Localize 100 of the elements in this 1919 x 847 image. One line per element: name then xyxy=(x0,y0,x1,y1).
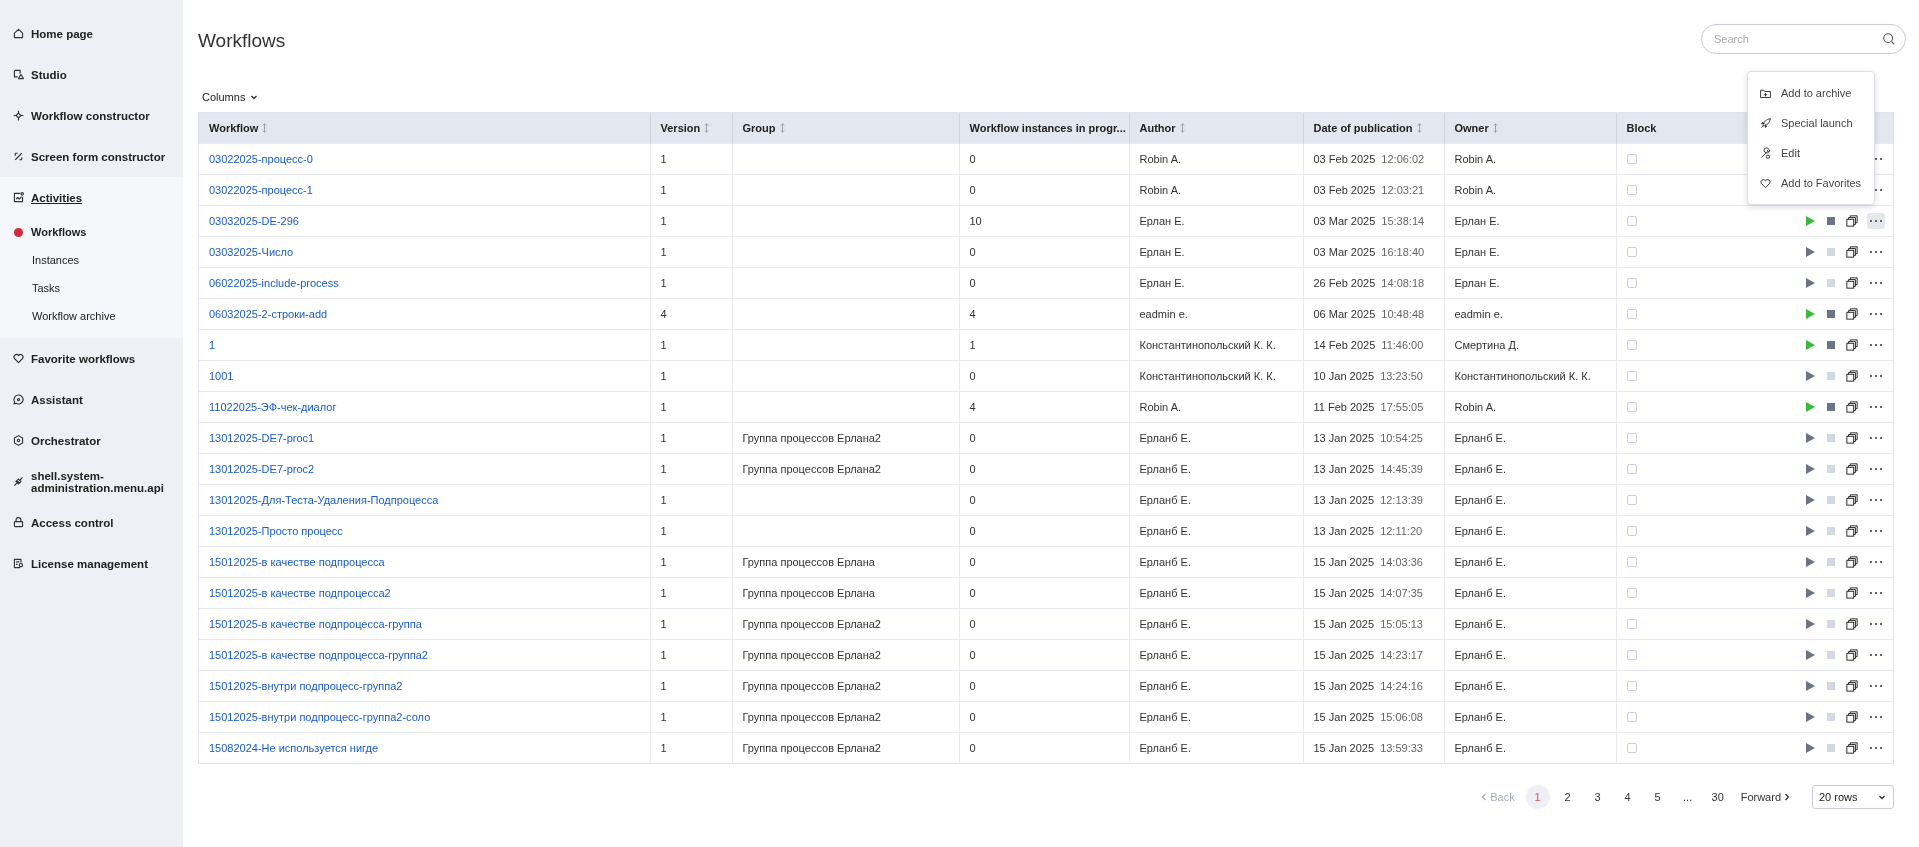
nav-item[interactable]: Access control xyxy=(0,502,183,543)
nav-item[interactable]: Home page xyxy=(0,13,183,54)
checkbox[interactable] xyxy=(1626,402,1637,412)
play-icon[interactable] xyxy=(1804,370,1816,382)
workflow-link[interactable]: 13012025-DE7-proc1 xyxy=(209,432,315,444)
nav-item[interactable]: Orchestrator xyxy=(0,420,183,461)
copy-icon[interactable] xyxy=(1846,277,1858,289)
search-field[interactable]: Search xyxy=(1701,24,1906,54)
page-button[interactable]: 2 xyxy=(1555,785,1580,809)
copy-icon[interactable] xyxy=(1846,680,1858,692)
workflow-link[interactable]: 11022025-ЭФ-чек-диалог xyxy=(209,401,337,413)
play-icon[interactable] xyxy=(1804,556,1816,568)
columns-button[interactable]: Columns xyxy=(198,89,264,105)
copy-icon[interactable] xyxy=(1846,494,1858,506)
column-header[interactable]: Group xyxy=(742,122,785,134)
nav-item[interactable]: Activities xyxy=(0,177,183,218)
nav-item[interactable]: Screen form constructor xyxy=(0,136,183,177)
checkbox[interactable] xyxy=(1626,464,1637,474)
copy-icon[interactable] xyxy=(1846,587,1858,599)
checkbox[interactable] xyxy=(1626,340,1637,350)
page-button[interactable]: 30 xyxy=(1705,785,1730,809)
workflow-link[interactable]: 03032025-DE-296 xyxy=(209,215,299,227)
workflow-link[interactable]: 1001 xyxy=(209,370,234,382)
checkbox[interactable] xyxy=(1626,588,1637,598)
checkbox[interactable] xyxy=(1626,681,1637,691)
checkbox[interactable] xyxy=(1626,278,1637,288)
rows-per-page-select[interactable]: 20 rows xyxy=(1812,785,1894,809)
copy-icon[interactable] xyxy=(1846,711,1858,723)
menu-item[interactable]: Special launch xyxy=(1748,108,1874,138)
page-button[interactable]: 3 xyxy=(1585,785,1610,809)
stop-icon[interactable] xyxy=(1825,215,1837,227)
play-icon[interactable] xyxy=(1804,432,1816,444)
nav-item[interactable]: License management xyxy=(0,543,183,584)
play-icon[interactable] xyxy=(1804,587,1816,599)
checkbox[interactable] xyxy=(1626,309,1637,319)
stop-icon[interactable] xyxy=(1825,308,1837,320)
play-icon[interactable] xyxy=(1804,401,1816,413)
play-icon[interactable] xyxy=(1804,711,1816,723)
play-icon[interactable] xyxy=(1804,525,1816,537)
copy-icon[interactable] xyxy=(1846,246,1858,258)
checkbox[interactable] xyxy=(1626,495,1637,505)
nav-item[interactable]: Studio xyxy=(0,54,183,95)
forward-button[interactable]: Forward xyxy=(1740,791,1790,803)
stop-icon[interactable] xyxy=(1825,339,1837,351)
play-icon[interactable] xyxy=(1804,649,1816,661)
workflow-link[interactable]: 15012025-внутри подпроцесс-группа2-соло xyxy=(209,711,431,723)
copy-icon[interactable] xyxy=(1846,339,1858,351)
copy-icon[interactable] xyxy=(1846,556,1858,568)
checkbox[interactable] xyxy=(1626,433,1637,443)
copy-icon[interactable] xyxy=(1846,525,1858,537)
workflow-link[interactable]: 06022025-include-process xyxy=(209,277,339,289)
checkbox[interactable] xyxy=(1626,216,1637,226)
copy-icon[interactable] xyxy=(1846,649,1858,661)
play-icon[interactable] xyxy=(1804,246,1816,258)
page-button[interactable]: 4 xyxy=(1615,785,1640,809)
nav-item[interactable]: Favorite workflows xyxy=(0,338,183,379)
copy-icon[interactable] xyxy=(1846,618,1858,630)
copy-icon[interactable] xyxy=(1846,401,1858,413)
column-header[interactable]: Author xyxy=(1139,122,1185,134)
workflow-link[interactable]: 13012025-DE7-proc2 xyxy=(209,463,315,475)
nav-subitem[interactable]: Workflows xyxy=(0,218,87,246)
copy-icon[interactable] xyxy=(1846,432,1858,444)
nav-item[interactable]: Assistant xyxy=(0,379,183,420)
play-icon[interactable] xyxy=(1804,339,1816,351)
workflow-link[interactable]: 03032025-Число xyxy=(209,246,294,258)
play-icon[interactable] xyxy=(1804,308,1816,320)
play-icon[interactable] xyxy=(1804,494,1816,506)
nav-subitem[interactable]: Workflow archive xyxy=(0,302,116,330)
nav-subitem[interactable]: Tasks xyxy=(0,274,61,302)
checkbox[interactable] xyxy=(1626,247,1637,257)
workflow-link[interactable]: 15012025-в качестве подпроцесса xyxy=(209,556,385,568)
checkbox[interactable] xyxy=(1626,743,1637,753)
page-button[interactable]: ... xyxy=(1675,785,1700,809)
play-icon[interactable] xyxy=(1804,215,1816,227)
nav-subitem[interactable]: Instances xyxy=(0,246,80,274)
workflow-link[interactable]: 13012025-Просто процесс xyxy=(209,525,343,537)
checkbox[interactable] xyxy=(1626,619,1637,629)
copy-icon[interactable] xyxy=(1846,370,1858,382)
play-icon[interactable] xyxy=(1804,277,1816,289)
more-button[interactable] xyxy=(1867,213,1885,229)
play-icon[interactable] xyxy=(1804,742,1816,754)
checkbox[interactable] xyxy=(1626,185,1637,195)
nav-item[interactable]: Workflow constructor xyxy=(0,95,183,136)
nav-item[interactable]: shell.system-administration.menu.api xyxy=(0,461,183,502)
page-button[interactable]: 1 xyxy=(1525,785,1550,809)
checkbox[interactable] xyxy=(1626,371,1637,381)
checkbox[interactable] xyxy=(1626,154,1637,164)
workflow-link[interactable]: 06032025-2-строки-add xyxy=(209,308,328,320)
play-icon[interactable] xyxy=(1804,680,1816,692)
column-header[interactable]: Owner xyxy=(1454,122,1498,134)
play-icon[interactable] xyxy=(1804,463,1816,475)
copy-icon[interactable] xyxy=(1846,215,1858,227)
checkbox[interactable] xyxy=(1626,650,1637,660)
menu-item[interactable]: Add to archive xyxy=(1748,78,1874,108)
workflow-link[interactable]: 03022025-процесс-0 xyxy=(209,153,313,165)
workflow-link[interactable]: 13012025-Для-Теста-Удаления-Подпроцесса xyxy=(209,494,439,506)
menu-item[interactable]: Edit xyxy=(1748,138,1874,168)
page-button[interactable]: 5 xyxy=(1645,785,1670,809)
copy-icon[interactable] xyxy=(1846,742,1858,754)
workflow-link[interactable]: 15012025-внутри подпроцесс-группа2 xyxy=(209,680,403,692)
